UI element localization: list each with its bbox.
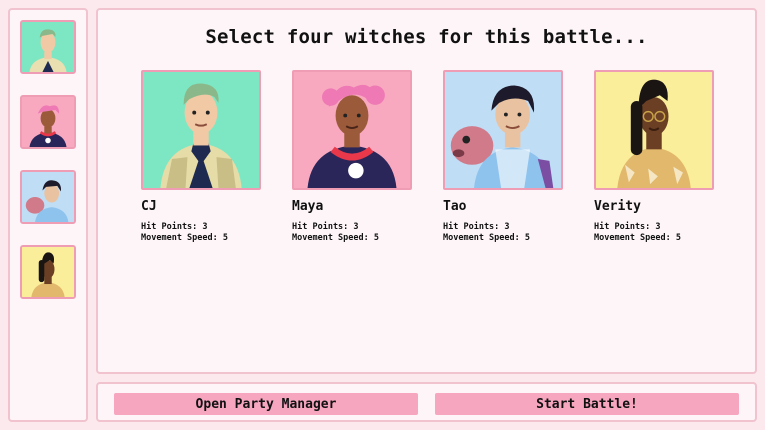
witch-card-tao[interactable]: Tao Hit Points: 3 Movement Speed: 5 bbox=[443, 70, 563, 244]
tao-thumb-icon bbox=[22, 172, 74, 222]
hit-points-label: Hit Points: 3 bbox=[292, 222, 359, 232]
maya-thumb-icon bbox=[22, 97, 74, 147]
verity-thumb-icon bbox=[22, 247, 74, 297]
cj-portrait bbox=[141, 70, 261, 190]
witch-name: Tao bbox=[443, 199, 467, 214]
page-title: Select four witches for this battle... bbox=[205, 26, 648, 48]
maya-portrait bbox=[292, 70, 412, 190]
cj-portrait-icon bbox=[143, 72, 259, 188]
hit-points-label: Hit Points: 3 bbox=[594, 222, 661, 232]
witch-selection-panel: Select four witches for this battle... C… bbox=[96, 8, 757, 374]
open-party-manager-button[interactable]: Open Party Manager bbox=[114, 393, 418, 415]
movement-speed-label: Movement Speed: 5 bbox=[594, 233, 681, 243]
party-slot-tao[interactable] bbox=[20, 170, 76, 224]
movement-speed-label: Movement Speed: 5 bbox=[292, 233, 379, 243]
party-sidebar bbox=[8, 8, 88, 422]
witch-card-maya[interactable]: Maya Hit Points: 3 Movement Speed: 5 bbox=[292, 70, 412, 244]
party-slot-maya[interactable] bbox=[20, 95, 76, 149]
hit-points-label: Hit Points: 3 bbox=[443, 222, 510, 232]
cj-thumb-icon bbox=[22, 22, 74, 72]
movement-speed-label: Movement Speed: 5 bbox=[443, 233, 530, 243]
witch-card-cj[interactable]: CJ Hit Points: 3 Movement Speed: 5 bbox=[141, 70, 261, 244]
party-slot-verity[interactable] bbox=[20, 245, 76, 299]
movement-speed-label: Movement Speed: 5 bbox=[141, 233, 228, 243]
hit-points-label: Hit Points: 3 bbox=[141, 222, 208, 232]
witch-card-verity[interactable]: Verity Hit Points: 3 Movement Speed: 5 bbox=[594, 70, 714, 244]
start-battle-button[interactable]: Start Battle! bbox=[435, 393, 739, 415]
witch-name: Maya bbox=[292, 199, 324, 214]
verity-portrait bbox=[594, 70, 714, 190]
party-slot-cj[interactable] bbox=[20, 20, 76, 74]
tao-portrait-icon bbox=[445, 72, 561, 188]
tao-portrait bbox=[443, 70, 563, 190]
verity-portrait-icon bbox=[596, 72, 712, 188]
maya-portrait-icon bbox=[294, 72, 410, 188]
witch-name: Verity bbox=[594, 199, 641, 214]
witch-name: CJ bbox=[141, 199, 157, 214]
action-bar: Open Party Manager Start Battle! bbox=[96, 382, 757, 422]
